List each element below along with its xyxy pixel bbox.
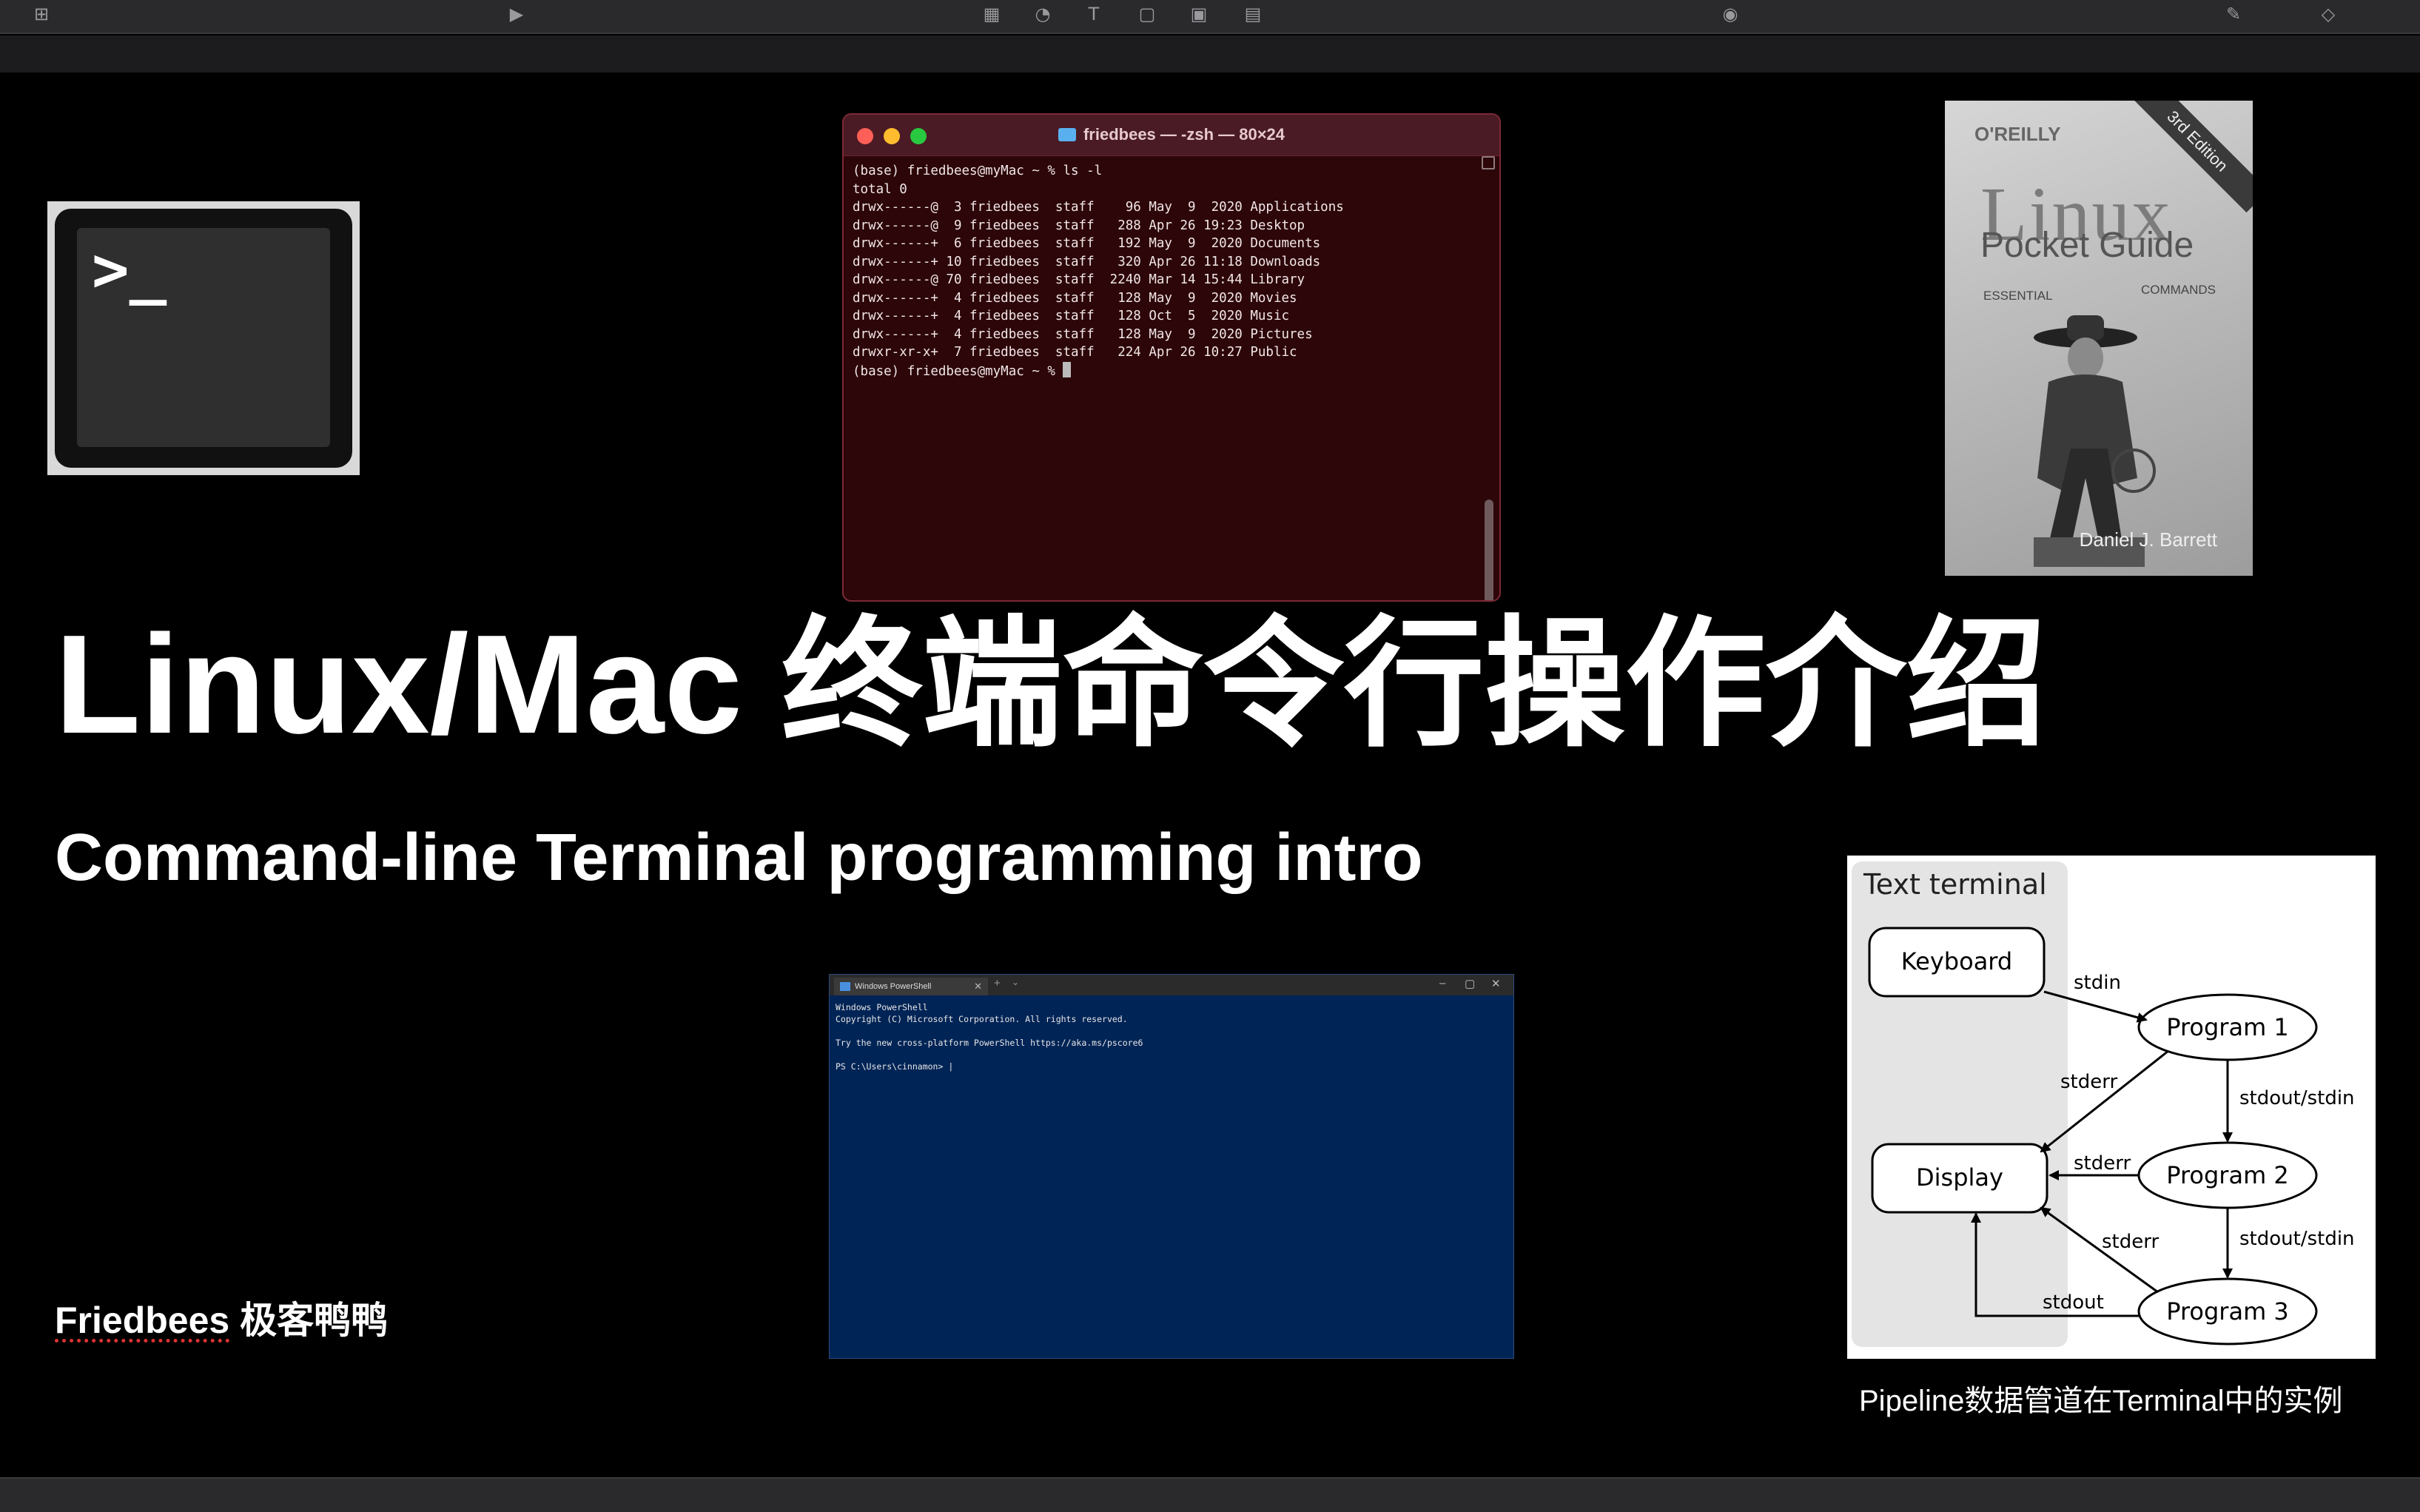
- powershell-titlebar: Windows PowerShell ✕ + ⌄ – ▢ ✕: [830, 975, 1513, 995]
- collaborate-icon[interactable]: ◉: [1717, 3, 1744, 25]
- program1-label: Program 1: [2166, 1013, 2289, 1041]
- edge-label-p3-stdout: stdout: [2043, 1291, 2104, 1314]
- close-tab-icon[interactable]: ✕: [974, 978, 982, 995]
- ps-line: PS C:\Users\cinnamon> |: [836, 1061, 954, 1072]
- shape-icon[interactable]: ▢: [1134, 3, 1160, 25]
- terminal-group-label: Text terminal: [1863, 868, 2047, 901]
- terminal-prompt-line: (base) friedbees@myMac ~ %: [853, 361, 1490, 381]
- powershell-output[interactable]: Windows PowerShell Copyright (C) Microsof…: [830, 995, 1513, 1078]
- terminal-line: drwx------@ 3 friedbees staff 96 May 9 2…: [853, 200, 1344, 215]
- terminal-line: (base) friedbees@myMac ~ % ls -l: [853, 164, 1103, 178]
- book-subtitle: Pocket Guide: [1980, 226, 2194, 265]
- edge-label-p1-stderr: stderr: [2060, 1071, 2117, 1093]
- author-name: Friedbees: [55, 1300, 230, 1341]
- terminal-prompt: (base) friedbees@myMac ~ %: [853, 363, 1063, 379]
- ps-line: Try the new cross-platform PowerShell ht…: [836, 1038, 1143, 1048]
- format-icon[interactable]: ✎: [2220, 3, 2247, 25]
- book-tag-right: COMMANDS: [2140, 283, 2216, 297]
- author-suffix: 极客鸭鸭: [229, 1300, 389, 1341]
- terminal-line: drwx------+ 6 friedbees staff 192 May 9 …: [853, 236, 1321, 251]
- terminal-line: drwxr-xr-x+ 7 friedbees staff 224 Apr 26…: [853, 345, 1297, 360]
- program2-label: Program 2: [2166, 1161, 2289, 1189]
- terminal-line: total 0: [853, 181, 907, 197]
- ps-line: Windows PowerShell: [836, 1002, 928, 1012]
- mac-terminal-titlebar: friedbees — -zsh — 80×24: [844, 115, 1499, 156]
- mac-terminal-title: friedbees — -zsh — 80×24: [844, 125, 1499, 144]
- mac-terminal-window: friedbees — -zsh — 80×24 (base) friedbee…: [842, 113, 1501, 602]
- book-publisher: O'REILLY: [1974, 123, 2061, 145]
- toolbar-band: [0, 36, 2420, 73]
- add-slide-icon[interactable]: ⊞: [28, 3, 55, 25]
- play-icon[interactable]: ▶: [503, 3, 530, 25]
- chevron-down-icon[interactable]: ⌄: [1012, 977, 1019, 987]
- scroll-up-icon[interactable]: [1482, 156, 1495, 169]
- powershell-window: Windows PowerShell ✕ + ⌄ – ▢ ✕ Windows P…: [829, 974, 1514, 1359]
- terminal-prompt-glyph: >_: [92, 233, 167, 306]
- folder-icon: [1058, 128, 1076, 141]
- book-author: Daniel J. Barrett: [2079, 528, 2217, 551]
- ps-line: [836, 1025, 1508, 1037]
- pipeline-diagram-svg: Text terminal Keyboard Display Program 1…: [1852, 861, 2355, 1347]
- ps-line: Copyright (C) Microsoft Corporation. All…: [836, 1014, 1128, 1024]
- powershell-icon: [840, 982, 850, 991]
- text-cursor: [1063, 361, 1072, 377]
- edge-label-p2-stderr: stderr: [2074, 1152, 2131, 1175]
- bottom-bar: [0, 1477, 2420, 1512]
- edge-label-p2-p3: stdout/stdin: [2239, 1228, 2355, 1250]
- terminal-scrollbar[interactable]: [1485, 500, 1493, 600]
- diagram-caption: Pipeline数据管道在Terminal中的实例: [1859, 1385, 2343, 1417]
- display-label: Display: [1916, 1163, 2003, 1192]
- terminal-line: drwx------+ 4 friedbees staff 128 May 9 …: [853, 290, 1297, 306]
- app-toolbar: ⊞ ▶ ▦ ◔ T ▢ ▣ ▤ ◉ ✎ ◇: [0, 0, 2420, 34]
- program3-label: Program 3: [2166, 1297, 2289, 1325]
- terminal-line: drwx------@ 9 friedbees staff 288 Apr 26…: [853, 218, 1305, 233]
- close-icon[interactable]: ✕: [1491, 977, 1501, 990]
- table-icon[interactable]: ▦: [978, 3, 1005, 25]
- text-icon[interactable]: T: [1080, 3, 1107, 25]
- terminal-icon-screen: >_: [77, 228, 330, 447]
- new-tab-icon[interactable]: +: [994, 977, 1001, 989]
- edge-label-p3-stderr: stderr: [2102, 1231, 2159, 1253]
- mac-terminal-output[interactable]: (base) friedbees@myMac ~ % ls -l total 0 d…: [844, 156, 1499, 386]
- slide-title-cjk: 终端命令行操作介绍: [781, 602, 2047, 766]
- terminal-icon-frame: >_: [55, 209, 352, 468]
- edge-label-stdin: stdin: [2074, 972, 2121, 994]
- mac-terminal-title-text: friedbees — -zsh — 80×24: [1083, 125, 1285, 144]
- linux-pocket-guide-book-photo: O'REILLY 3rd Edition Linux Pocket Guide …: [1945, 101, 2253, 576]
- keyboard-label: Keyboard: [1901, 947, 2012, 975]
- terminal-line: drwx------@ 70 friedbees staff 2240 Mar …: [853, 272, 1305, 287]
- terminal-line: drwx------+ 4 friedbees staff 128 May 9 …: [853, 326, 1313, 342]
- powershell-tab[interactable]: Windows PowerShell ✕: [834, 978, 988, 995]
- terminal-line: drwx------+ 4 friedbees staff 128 Oct 5 …: [853, 309, 1290, 323]
- terminal-app-icon: >_: [47, 201, 360, 475]
- comment-icon[interactable]: ▤: [1240, 3, 1266, 25]
- slide-title: Linux/Mac 终端命令行操作介绍: [55, 614, 2047, 756]
- media-icon[interactable]: ▣: [1186, 3, 1212, 25]
- chart-icon[interactable]: ◔: [1029, 3, 1056, 25]
- edge-label-p1-p2: stdout/stdin: [2239, 1087, 2355, 1109]
- pipeline-diagram: Text terminal Keyboard Display Program 1…: [1847, 856, 2376, 1359]
- slide-title-latin: Linux/Mac: [55, 606, 782, 763]
- terminal-line: drwx------+ 10 friedbees staff 320 Apr 2…: [853, 254, 1321, 269]
- animate-icon[interactable]: ◇: [2315, 3, 2342, 25]
- ps-line: [836, 1049, 1508, 1061]
- slide-subtitle: Command-line Terminal programming intro: [55, 821, 1423, 895]
- slide-author: Friedbees 极客鸭鸭: [55, 1291, 388, 1344]
- minimize-icon[interactable]: –: [1439, 977, 1445, 989]
- maximize-icon[interactable]: ▢: [1465, 977, 1475, 990]
- powershell-tab-title: Windows PowerShell: [855, 982, 932, 991]
